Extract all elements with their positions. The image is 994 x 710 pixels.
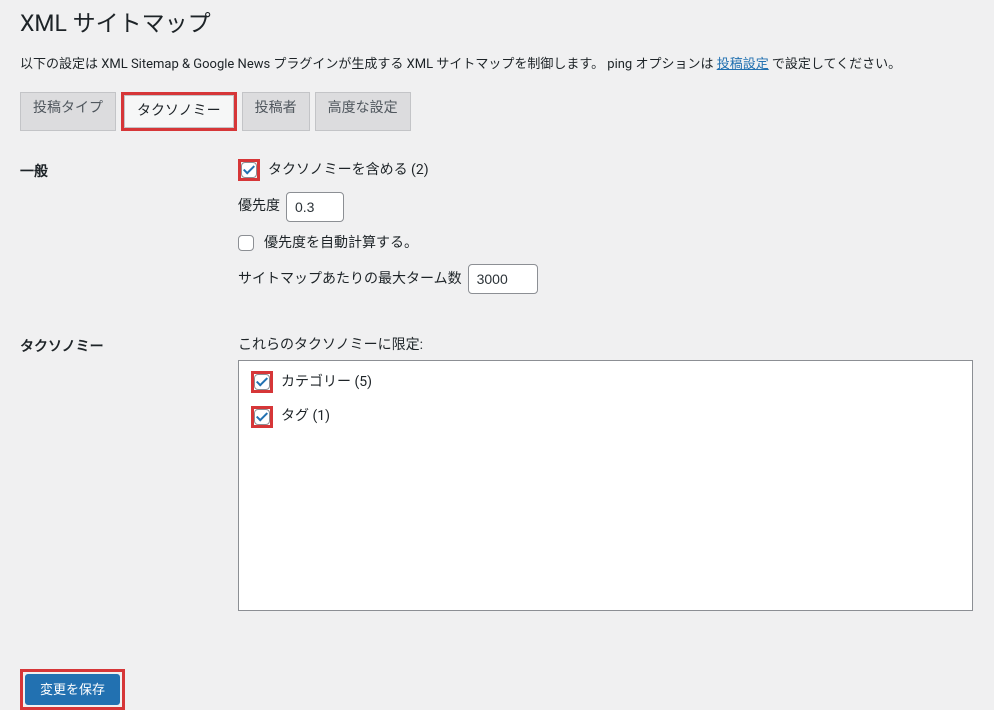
save-button[interactable]: 変更を保存 <box>25 674 120 706</box>
auto-priority-field: 優先度を自動計算する。 <box>238 232 974 254</box>
desc-suffix: で設定してください。 <box>769 57 901 72</box>
max-terms-label: サイトマップあたりの最大ターム数 <box>238 268 462 290</box>
taxonomies-limit-label: これらのタクソノミーに限定: <box>238 334 974 354</box>
page-description: 以下の設定は XML Sitemap & Google News プラグインが生… <box>20 55 974 75</box>
tag-label: タグ (1) <box>281 405 330 427</box>
highlight-submit: 変更を保存 <box>20 669 125 710</box>
desc-prefix: 以下の設定は XML Sitemap & Google News プラグインが生… <box>20 57 717 72</box>
category-checkbox[interactable] <box>254 374 270 390</box>
tab-authors[interactable]: 投稿者 <box>242 92 310 131</box>
page-title: XML サイトマップ <box>20 0 974 43</box>
highlight-include-taxonomies <box>238 159 260 181</box>
include-taxonomies-label: タクソノミーを含める (2) <box>268 159 429 181</box>
priority-field: 優先度 <box>238 192 974 222</box>
taxonomy-item-category: カテゴリー (5) <box>251 371 960 393</box>
writing-settings-link[interactable]: 投稿設定 <box>717 57 769 72</box>
taxonomies-heading: タクソノミー <box>20 334 238 356</box>
priority-input[interactable] <box>286 192 344 222</box>
taxonomy-item-tag: タグ (1) <box>251 405 960 427</box>
priority-label: 優先度 <box>238 195 280 217</box>
general-heading: 一般 <box>20 159 238 181</box>
tab-advanced[interactable]: 高度な設定 <box>315 92 411 131</box>
general-content: タクソノミーを含める (2) 優先度 優先度を自動計算する。 サイトマップあたり… <box>238 159 974 304</box>
tab-taxonomies[interactable]: タクソノミー <box>124 95 234 128</box>
include-taxonomies-field: タクソノミーを含める (2) <box>238 159 974 181</box>
section-taxonomies: タクソノミー これらのタクソノミーに限定: カテゴリー (5) タグ (1) <box>20 334 974 611</box>
section-general: 一般 タクソノミーを含める (2) 優先度 優先度を自動計算する。 サイトマップ… <box>20 159 974 304</box>
taxonomies-content: これらのタクソノミーに限定: カテゴリー (5) タグ (1) <box>238 334 974 611</box>
tag-checkbox[interactable] <box>254 409 270 425</box>
auto-priority-label: 優先度を自動計算する。 <box>264 232 418 254</box>
include-taxonomies-checkbox[interactable] <box>241 162 257 178</box>
max-terms-field: サイトマップあたりの最大ターム数 <box>238 264 974 294</box>
taxonomies-box: カテゴリー (5) タグ (1) <box>238 360 973 611</box>
category-label: カテゴリー (5) <box>281 371 372 393</box>
auto-priority-checkbox[interactable] <box>238 235 254 251</box>
tabs: 投稿タイプ タクソノミー 投稿者 高度な設定 <box>20 92 974 131</box>
tab-post-types[interactable]: 投稿タイプ <box>20 92 116 131</box>
highlight-tab-taxonomies: タクソノミー <box>121 92 237 131</box>
highlight-category-checkbox <box>251 371 273 393</box>
max-terms-input[interactable] <box>468 264 538 294</box>
highlight-tag-checkbox <box>251 406 273 428</box>
